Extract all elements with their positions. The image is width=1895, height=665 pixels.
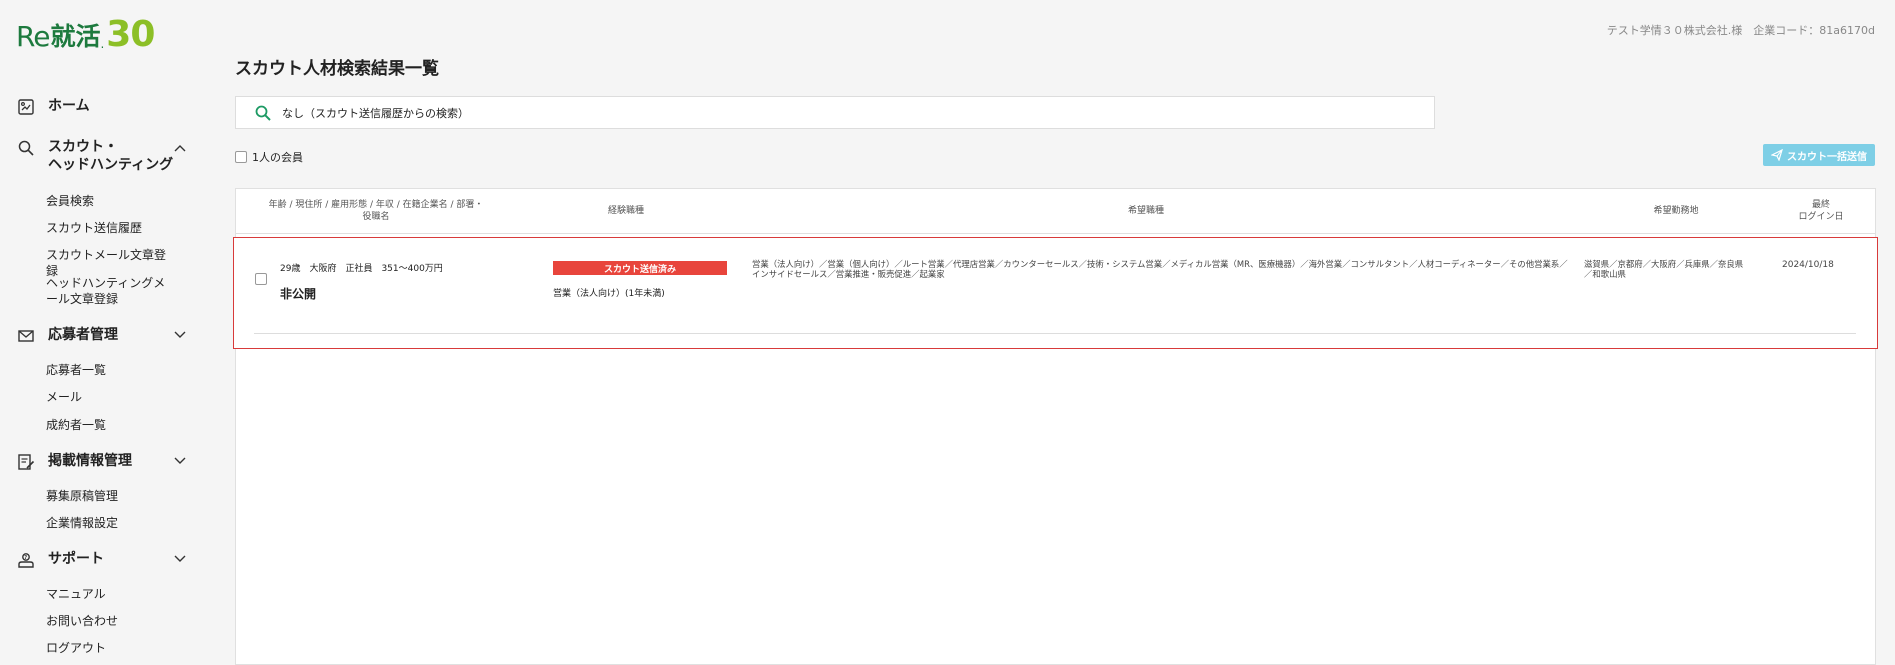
nav-applicants-label: 応募者管理	[48, 327, 118, 343]
desired-areas: 滋賀県／京都府／大阪府／兵庫県／奈良県／和歌山県	[1584, 259, 1744, 279]
sidebar: Re 就活 . 30 ホーム スカウト・ ヘッドハンティング 会員検索 スカウト…	[0, 0, 220, 665]
nav-postings[interactable]: 掲載情報管理	[16, 452, 206, 472]
nav-scout-label: スカウト・ ヘッドハンティング	[48, 139, 174, 173]
search-condition-text: なし（スカウト送信履歴からの検索）	[282, 106, 469, 120]
nav-scout[interactable]: スカウト・ ヘッドハンティング	[16, 138, 206, 174]
member-count-label: 1人の会員	[252, 151, 303, 164]
logo-number: 30	[106, 14, 155, 55]
edit-document-icon	[16, 452, 36, 472]
sidebar-item-manual[interactable]: マニュアル	[46, 586, 176, 602]
status-badge: スカウト送信済み	[553, 261, 727, 275]
sidebar-item-contracted-list[interactable]: 成約者一覧	[46, 417, 176, 433]
select-all-checkbox[interactable]	[235, 151, 247, 163]
logo-kana: 就活	[50, 22, 101, 51]
nav-postings-label: 掲載情報管理	[48, 453, 132, 469]
send-icon	[1771, 149, 1783, 161]
nav-home-label: ホーム	[48, 98, 90, 114]
col-header-last-login: 最終 ログイン日	[1798, 200, 1844, 222]
logo-dot: .	[100, 37, 105, 51]
support-person-icon: ?	[16, 550, 36, 570]
sidebar-item-company-settings[interactable]: 企業情報設定	[46, 515, 176, 531]
chevron-down-icon[interactable]	[170, 452, 190, 472]
nav-support-label: サポート	[48, 551, 104, 567]
nav-applicants[interactable]: 応募者管理	[16, 326, 206, 346]
chevron-down-icon[interactable]	[170, 550, 190, 570]
sidebar-item-mail[interactable]: メール	[46, 389, 176, 405]
candidate-summary: 29歳 大阪府 正社員 351〜400万円	[280, 264, 443, 274]
table-row[interactable]: 29歳 大阪府 正社員 351〜400万円 非公開 スカウト送信済み 営業（法人…	[233, 237, 1878, 349]
company-info: テスト学情３０株式会社.様 企業コード：81a6170d	[1606, 24, 1875, 37]
search-icon	[16, 138, 36, 158]
chevron-down-icon[interactable]	[170, 326, 190, 346]
search-icon	[254, 104, 272, 122]
logo[interactable]: Re 就活 . 30	[16, 12, 155, 55]
row-checkbox[interactable]	[255, 273, 267, 285]
bulk-scout-send-label: スカウト一括送信	[1787, 151, 1867, 163]
nav-support[interactable]: ? サポート	[16, 550, 206, 570]
sidebar-item-logout[interactable]: ログアウト	[46, 640, 176, 656]
sidebar-item-member-search[interactable]: 会員検索	[46, 193, 176, 209]
page-title: スカウト人材検索結果一覧	[235, 59, 439, 79]
last-login-date: 2024/10/18	[1782, 260, 1834, 270]
desired-jobs: 営業（法人向け）／営業（個人向け）／ルート営業／代理店営業／カウンターセールス／…	[752, 259, 1568, 279]
experience-job: 営業（法人向け）(1年未満)	[553, 289, 665, 299]
table-header-divider	[236, 233, 1875, 234]
select-all-members[interactable]: 1人の会員	[235, 149, 303, 165]
home-icon	[16, 97, 36, 117]
logo-re: Re	[16, 20, 50, 53]
search-condition-box[interactable]: なし（スカウト送信履歴からの検索）	[235, 96, 1435, 129]
nav-home[interactable]: ホーム	[16, 97, 90, 117]
candidate-company: 非公開	[280, 287, 317, 301]
col-header-experience: 経験職種	[607, 206, 644, 216]
sidebar-item-scout-history[interactable]: スカウト送信履歴	[46, 220, 176, 236]
mail-icon	[16, 326, 36, 346]
col-header-desired-job: 希望職種	[1127, 206, 1164, 216]
sidebar-item-contact[interactable]: お問い合わせ	[46, 613, 176, 629]
chevron-up-icon[interactable]	[170, 140, 190, 160]
sidebar-item-posting-drafts[interactable]: 募集原稿管理	[46, 488, 176, 504]
sidebar-item-applicant-list[interactable]: 応募者一覧	[46, 362, 176, 378]
bulk-scout-send-button[interactable]: スカウト一括送信	[1763, 144, 1875, 166]
col-header-desired-area: 希望勤務地	[1653, 206, 1699, 216]
sidebar-item-headhunting-mail-template[interactable]: ヘッドハンティングメール文章登録	[46, 275, 176, 307]
row-divider	[254, 333, 1856, 334]
col-header-profile: 年齢 / 現住所 / 雇用形態 / 年収 / 在籍企業名 / 部署・役職名	[268, 200, 484, 222]
svg-text:?: ?	[24, 555, 27, 561]
